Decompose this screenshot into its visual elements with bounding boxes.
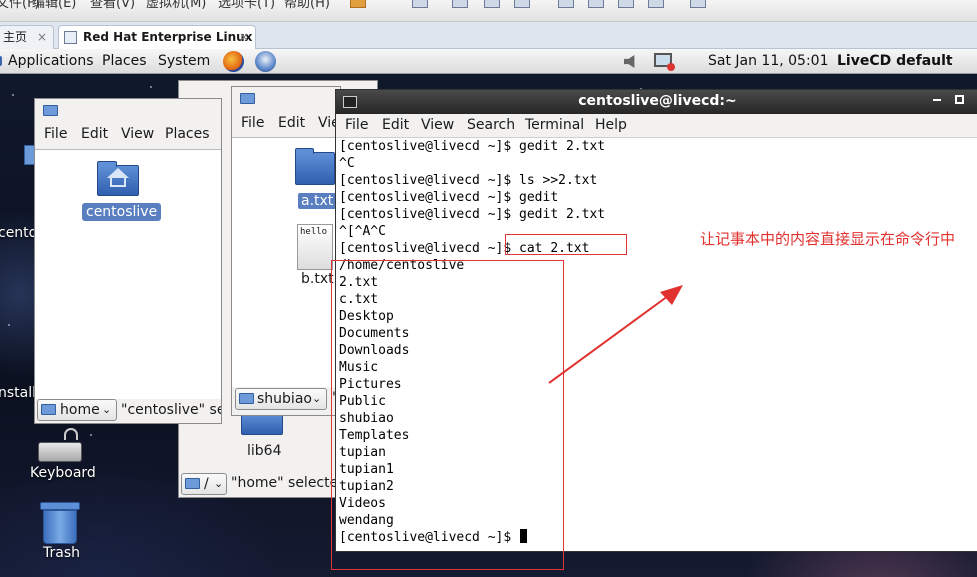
annotation-note: 让记事本中的内容直接显示在命令行中 xyxy=(700,230,956,248)
annotation-arrow xyxy=(548,285,683,384)
